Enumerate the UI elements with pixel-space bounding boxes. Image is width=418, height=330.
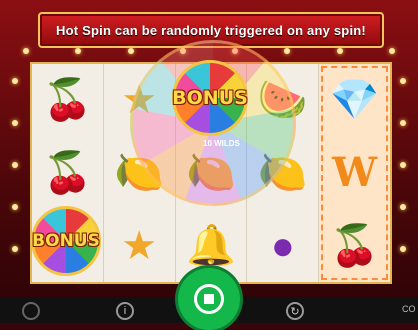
light-bulb (400, 120, 406, 126)
diamond-icon: 💎 (329, 78, 380, 123)
lemon-icon: 🍋 (114, 150, 165, 195)
lemon-icon: 🍋 (186, 150, 236, 195)
top-lights (0, 48, 418, 58)
light-bulb (12, 162, 18, 168)
light-bulb (23, 48, 30, 54)
bonus-wheel-icon: BONUS (172, 60, 248, 136)
lemon-icon: 🍋 (257, 150, 308, 195)
light-bulb (75, 48, 82, 54)
light-bulb (284, 48, 291, 54)
cherry-icon: 🍒 (42, 78, 93, 123)
bonus-label: BONUS (172, 87, 248, 109)
stop-icon (194, 284, 224, 314)
info-button[interactable]: i (116, 302, 134, 320)
spin-button[interactable] (178, 268, 240, 330)
light-bulb (12, 78, 18, 84)
banner-text: Hot Spin can be randomly triggered on an… (56, 22, 366, 38)
reel-5: 💎 W 🍒 (319, 64, 390, 282)
plum-icon: ● (270, 223, 295, 268)
bonus-label: BONUS (32, 231, 100, 251)
corner-text: CO (402, 304, 416, 314)
star-icon: ★ (121, 223, 158, 268)
bonus-icon: BONUS (26, 206, 106, 276)
light-bulb (388, 48, 395, 54)
right-lights (398, 60, 408, 270)
watermelon-icon: 🍉 (257, 78, 308, 123)
autoplay-button[interactable]: ↻ (286, 302, 304, 320)
light-bulb (400, 78, 406, 84)
light-bulb (400, 246, 406, 252)
wild-icon: W (332, 148, 378, 196)
light-bulb (127, 48, 134, 54)
promo-banner: Hot Spin can be randomly triggered on an… (38, 12, 384, 48)
cherry-icon: 🍒 (329, 223, 380, 268)
bonus-wheel-icon: BONUS (31, 206, 101, 276)
reel-2: ★ 🍋 ★ (104, 64, 176, 282)
menu-button[interactable] (22, 302, 40, 320)
light-bulb (336, 48, 343, 54)
bell-icon: 🔔 (186, 223, 236, 268)
light-bulb (400, 162, 406, 168)
left-lights (10, 60, 20, 270)
bonus-icon: BONUS (172, 60, 248, 136)
star-icon: ★ (121, 78, 158, 123)
light-bulb (12, 120, 18, 126)
light-bulb (12, 246, 18, 252)
light-bulb (400, 204, 406, 210)
cherry-icon: 🍒 (42, 150, 93, 195)
light-bulb (179, 48, 186, 54)
light-bulb (12, 204, 18, 210)
reel-4: 🍉 🍋 ● (247, 64, 320, 282)
light-bulb (232, 48, 239, 54)
